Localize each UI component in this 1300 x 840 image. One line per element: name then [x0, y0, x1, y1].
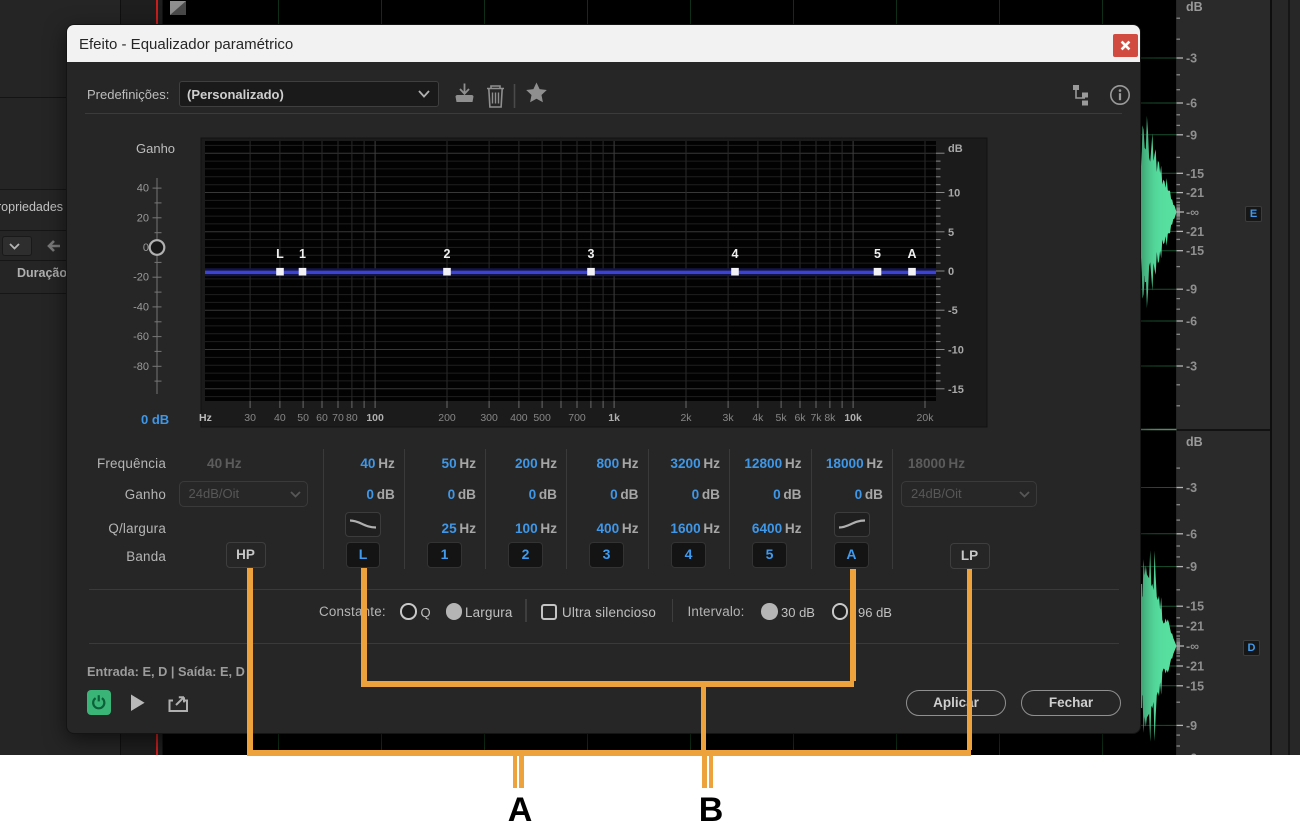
svg-text:-6: -6: [1186, 527, 1197, 541]
svg-text:0: 0: [143, 242, 149, 254]
svg-text:Ganho: Ganho: [136, 141, 175, 156]
svg-text:10: 10: [948, 188, 960, 200]
svg-text:-10: -10: [948, 345, 964, 357]
svg-text:400: 400: [510, 412, 528, 424]
svg-text:5: 5: [874, 247, 881, 261]
svg-text:-∞: -∞: [1186, 206, 1199, 220]
svg-text:-9: -9: [1186, 560, 1197, 574]
svg-text:-21: -21: [1186, 660, 1204, 674]
svg-text:Hz: Hz: [199, 412, 212, 424]
svg-text:-∞: -∞: [1186, 640, 1199, 654]
svg-text:1: 1: [299, 247, 306, 261]
svg-text:5k: 5k: [776, 412, 788, 424]
svg-text:-3: -3: [1186, 52, 1197, 66]
svg-text:-15: -15: [1186, 679, 1204, 693]
svg-text:0 dB: 0 dB: [141, 412, 169, 427]
svg-text:7k: 7k: [810, 412, 822, 424]
svg-text:300: 300: [480, 412, 498, 424]
svg-text:dB: dB: [1186, 435, 1203, 449]
svg-text:4k: 4k: [752, 412, 764, 424]
svg-text:-15: -15: [1186, 600, 1204, 614]
svg-text:5: 5: [948, 227, 954, 239]
svg-text:dB: dB: [948, 143, 963, 155]
svg-text:3k: 3k: [723, 412, 735, 424]
svg-text:-9: -9: [1186, 283, 1197, 297]
svg-text:-15: -15: [1186, 167, 1204, 181]
svg-text:700: 700: [568, 412, 586, 424]
svg-text:-60: -60: [133, 331, 149, 343]
svg-text:40: 40: [274, 412, 286, 424]
svg-text:-5: -5: [948, 305, 958, 317]
svg-text:-21: -21: [1186, 225, 1204, 239]
svg-text:A: A: [907, 247, 916, 261]
svg-text:-6: -6: [1186, 315, 1197, 329]
svg-text:200: 200: [438, 412, 456, 424]
svg-text:8k: 8k: [824, 412, 836, 424]
svg-text:-21: -21: [1186, 186, 1204, 200]
svg-text:-3: -3: [1186, 481, 1197, 495]
svg-text:dB: dB: [1186, 0, 1203, 14]
svg-text:40: 40: [137, 183, 149, 195]
svg-text:-15: -15: [1186, 244, 1204, 258]
svg-text:30: 30: [244, 412, 256, 424]
svg-text:2k: 2k: [680, 412, 692, 424]
svg-text:100: 100: [366, 412, 384, 424]
svg-text:-40: -40: [133, 301, 149, 313]
svg-text:3: 3: [588, 247, 595, 261]
svg-text:L: L: [276, 247, 284, 261]
svg-text:6k: 6k: [794, 412, 806, 424]
svg-text:500: 500: [533, 412, 551, 424]
svg-text:-15: -15: [948, 384, 964, 396]
svg-text:-21: -21: [1186, 620, 1204, 634]
svg-text:-6: -6: [1186, 97, 1197, 111]
svg-text:4: 4: [732, 247, 739, 261]
svg-text:-9: -9: [1186, 128, 1197, 142]
svg-text:-20: -20: [133, 272, 149, 284]
svg-text:-9: -9: [1186, 719, 1197, 733]
svg-text:-80: -80: [133, 361, 149, 373]
svg-text:70: 70: [332, 412, 344, 424]
svg-text:20: 20: [137, 212, 149, 224]
svg-text:50: 50: [297, 412, 309, 424]
svg-text:1k: 1k: [608, 412, 620, 424]
svg-text:80: 80: [346, 412, 358, 424]
svg-text:60: 60: [316, 412, 328, 424]
svg-text:10k: 10k: [844, 412, 862, 424]
svg-text:20k: 20k: [917, 412, 935, 424]
svg-text:-3: -3: [1186, 360, 1197, 374]
svg-text:0: 0: [948, 266, 954, 278]
svg-text:2: 2: [444, 247, 451, 261]
